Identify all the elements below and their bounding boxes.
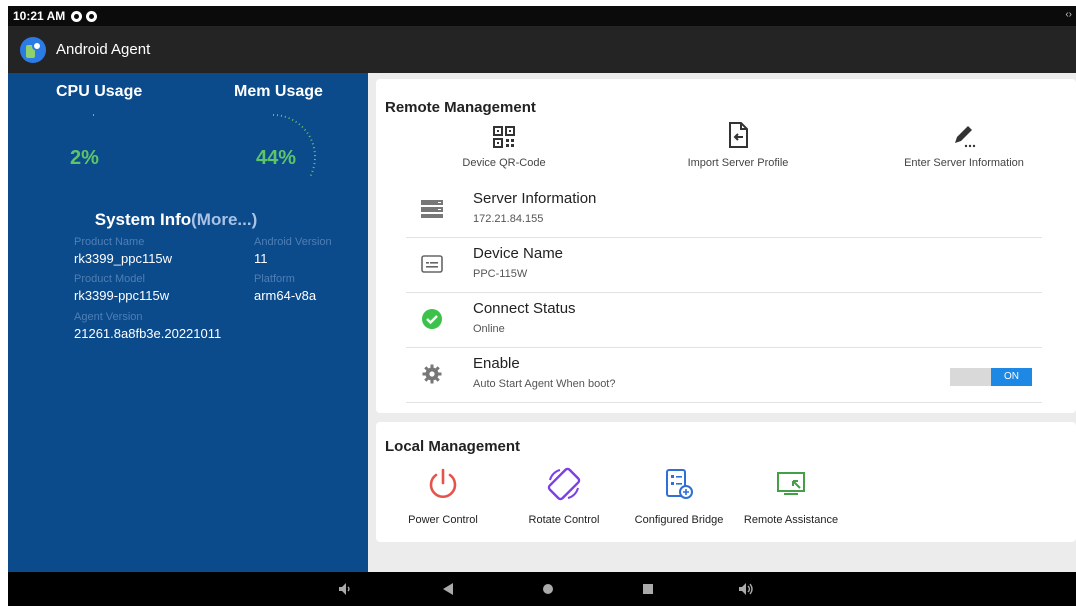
mem-usage-value: 44% [256,147,297,169]
remote-assistance-button[interactable]: Remote Assistance [736,466,846,526]
server-icon [420,197,444,221]
import-file-icon [658,115,818,149]
rotate-control-button[interactable]: Rotate Control [514,466,614,526]
agent-version-label: Agent Version [74,311,143,323]
remote-management-card: Remote Management Device QR-Code Import … [376,79,1076,413]
enable-row: Enable Auto Start Agent When boot? ON [406,348,1042,403]
android-version-label: Android Version [254,236,332,248]
id-card-icon [420,252,444,276]
android-version-value: 11 [254,251,268,266]
power-control-button[interactable]: Power Control [396,466,490,526]
connect-status-row: Connect Status Online [406,293,1042,348]
auto-start-toggle[interactable]: ON [950,368,1032,386]
enter-server-information-button[interactable]: Enter Server Information [884,115,1044,169]
rotate-icon [514,466,614,502]
remote-screen-icon [736,466,846,502]
remote-management-title: Remote Management [385,99,536,116]
toggle-on-label: ON [991,368,1032,386]
connection-icon: ‹› [1065,9,1072,20]
more-link[interactable]: (More...) [191,210,257,229]
management-panel: Remote Management Device QR-Code Import … [368,73,1076,572]
recents-icon[interactable] [642,581,654,597]
notification-icon [86,10,98,22]
home-icon[interactable] [542,581,554,597]
import-server-profile-label: Import Server Profile [687,157,789,169]
product-model-value: rk3399-ppc115w [74,288,170,303]
platform-value: arm64-v8a [254,288,317,303]
power-icon [396,466,490,502]
device-qr-code-button[interactable]: Device QR-Code [424,115,584,169]
back-icon[interactable] [442,581,454,597]
enter-server-information-label: Enter Server Information [904,157,1024,169]
qr-code-icon [424,115,584,149]
device-name-value: PPC-115W [473,268,528,280]
app-bar: Android Agent [8,26,1076,73]
app-logo-icon [20,36,46,63]
enable-description: Auto Start Agent When boot? [473,378,616,390]
enable-title: Enable [473,355,520,372]
volume-up-icon[interactable] [738,581,754,597]
check-circle-icon [420,307,444,331]
volume-down-icon[interactable] [338,581,352,597]
server-information-row[interactable]: Server Information 172.21.84.155 [406,183,1042,238]
server-information-title: Server Information [473,190,597,207]
product-model-label: Product Model [74,273,145,285]
system-info-title: System Info(More...) [94,210,258,229]
platform-label: Platform [254,273,295,285]
connect-status-value: Online [473,323,505,335]
cpu-usage-title: CPU Usage [56,83,143,100]
remote-assistance-label: Remote Assistance [743,514,839,526]
device-name-title: Device Name [473,245,564,262]
rotate-control-label: Rotate Control [528,514,600,526]
power-control-label: Power Control [408,514,478,526]
server-address: 172.21.84.155 [473,213,544,225]
mem-usage-title: Mem Usage [234,83,323,100]
bridge-config-icon [626,466,732,502]
product-name-value: rk3399_ppc115w [74,251,173,266]
local-management-card: Local Management Power Control Rotate Co… [376,422,1076,542]
device-screen: 10:21 AM ‹› Android Agent CPU Usage 2% M… [8,6,1076,606]
system-panel: CPU Usage 2% Mem Usage 44% System Info(M… [8,73,368,572]
agent-version-value: 21261.8a8fb3e.20221011 [74,326,222,341]
configured-bridge-button[interactable]: Configured Bridge [626,466,732,526]
app-title: Android Agent [56,41,151,58]
connect-status-title: Connect Status [473,300,576,317]
status-time: 10:21 AM [13,9,66,23]
product-name-label: Product Name [74,236,145,248]
import-server-profile-button[interactable]: Import Server Profile [658,115,818,169]
device-name-row[interactable]: Device Name PPC-115W [406,238,1042,293]
cpu-usage-value: 2% [70,147,99,169]
device-qr-code-label: Device QR-Code [462,157,546,169]
pen-edit-icon [884,115,1044,149]
configured-bridge-label: Configured Bridge [634,514,724,526]
navigation-bar [8,572,1076,606]
status-bar: 10:21 AM ‹› [8,6,1076,26]
gear-icon [420,362,444,386]
local-management-title: Local Management [385,438,521,455]
notification-icon [71,10,83,22]
